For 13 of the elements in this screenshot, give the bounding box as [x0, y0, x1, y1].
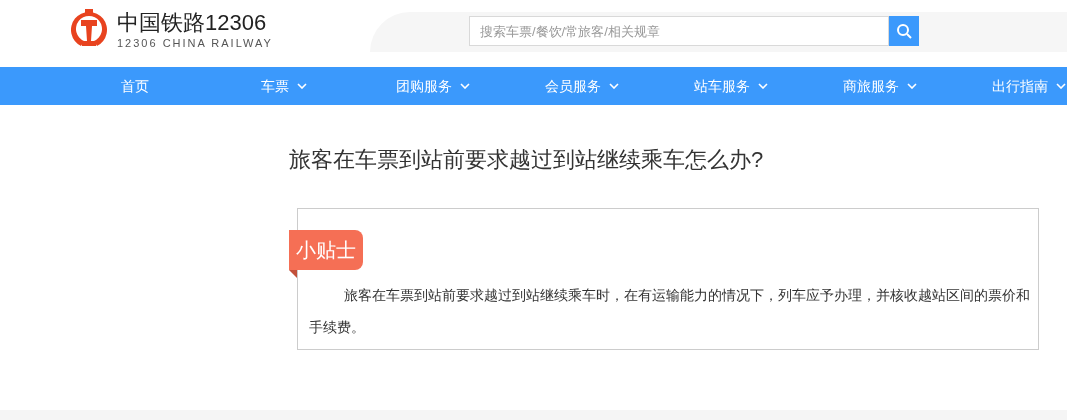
nav-item[interactable]: 出行指南	[954, 67, 1067, 105]
nav-item[interactable]: 站车服务	[656, 67, 805, 105]
logo-title: 中国铁路12306	[117, 10, 268, 36]
logo-subtitle: 12306 CHINA RAILWAY	[117, 36, 273, 50]
tip-text: 旅客在车票到站前要求越过到站继续乘车时，在有运输能力的情况下，列车应予办理，并核收越站区间的票价和手续费。	[309, 286, 1031, 337]
nav-item[interactable]: 会员服务	[507, 67, 656, 105]
nav-item[interactable]: 首页	[60, 67, 209, 105]
nav-item[interactable]: 车票	[209, 67, 358, 105]
nav-item[interactable]: 商旅服务	[805, 67, 954, 105]
search-field[interactable]: 搜索车票/餐饮/常旅客/相关规章	[469, 16, 889, 46]
article-title: 旅客在车票到站前要求越过到站继续乘车怎么办?	[289, 146, 765, 174]
tip-label: 小贴士	[289, 230, 363, 270]
nav-item[interactable]: 团购服务	[358, 67, 507, 105]
